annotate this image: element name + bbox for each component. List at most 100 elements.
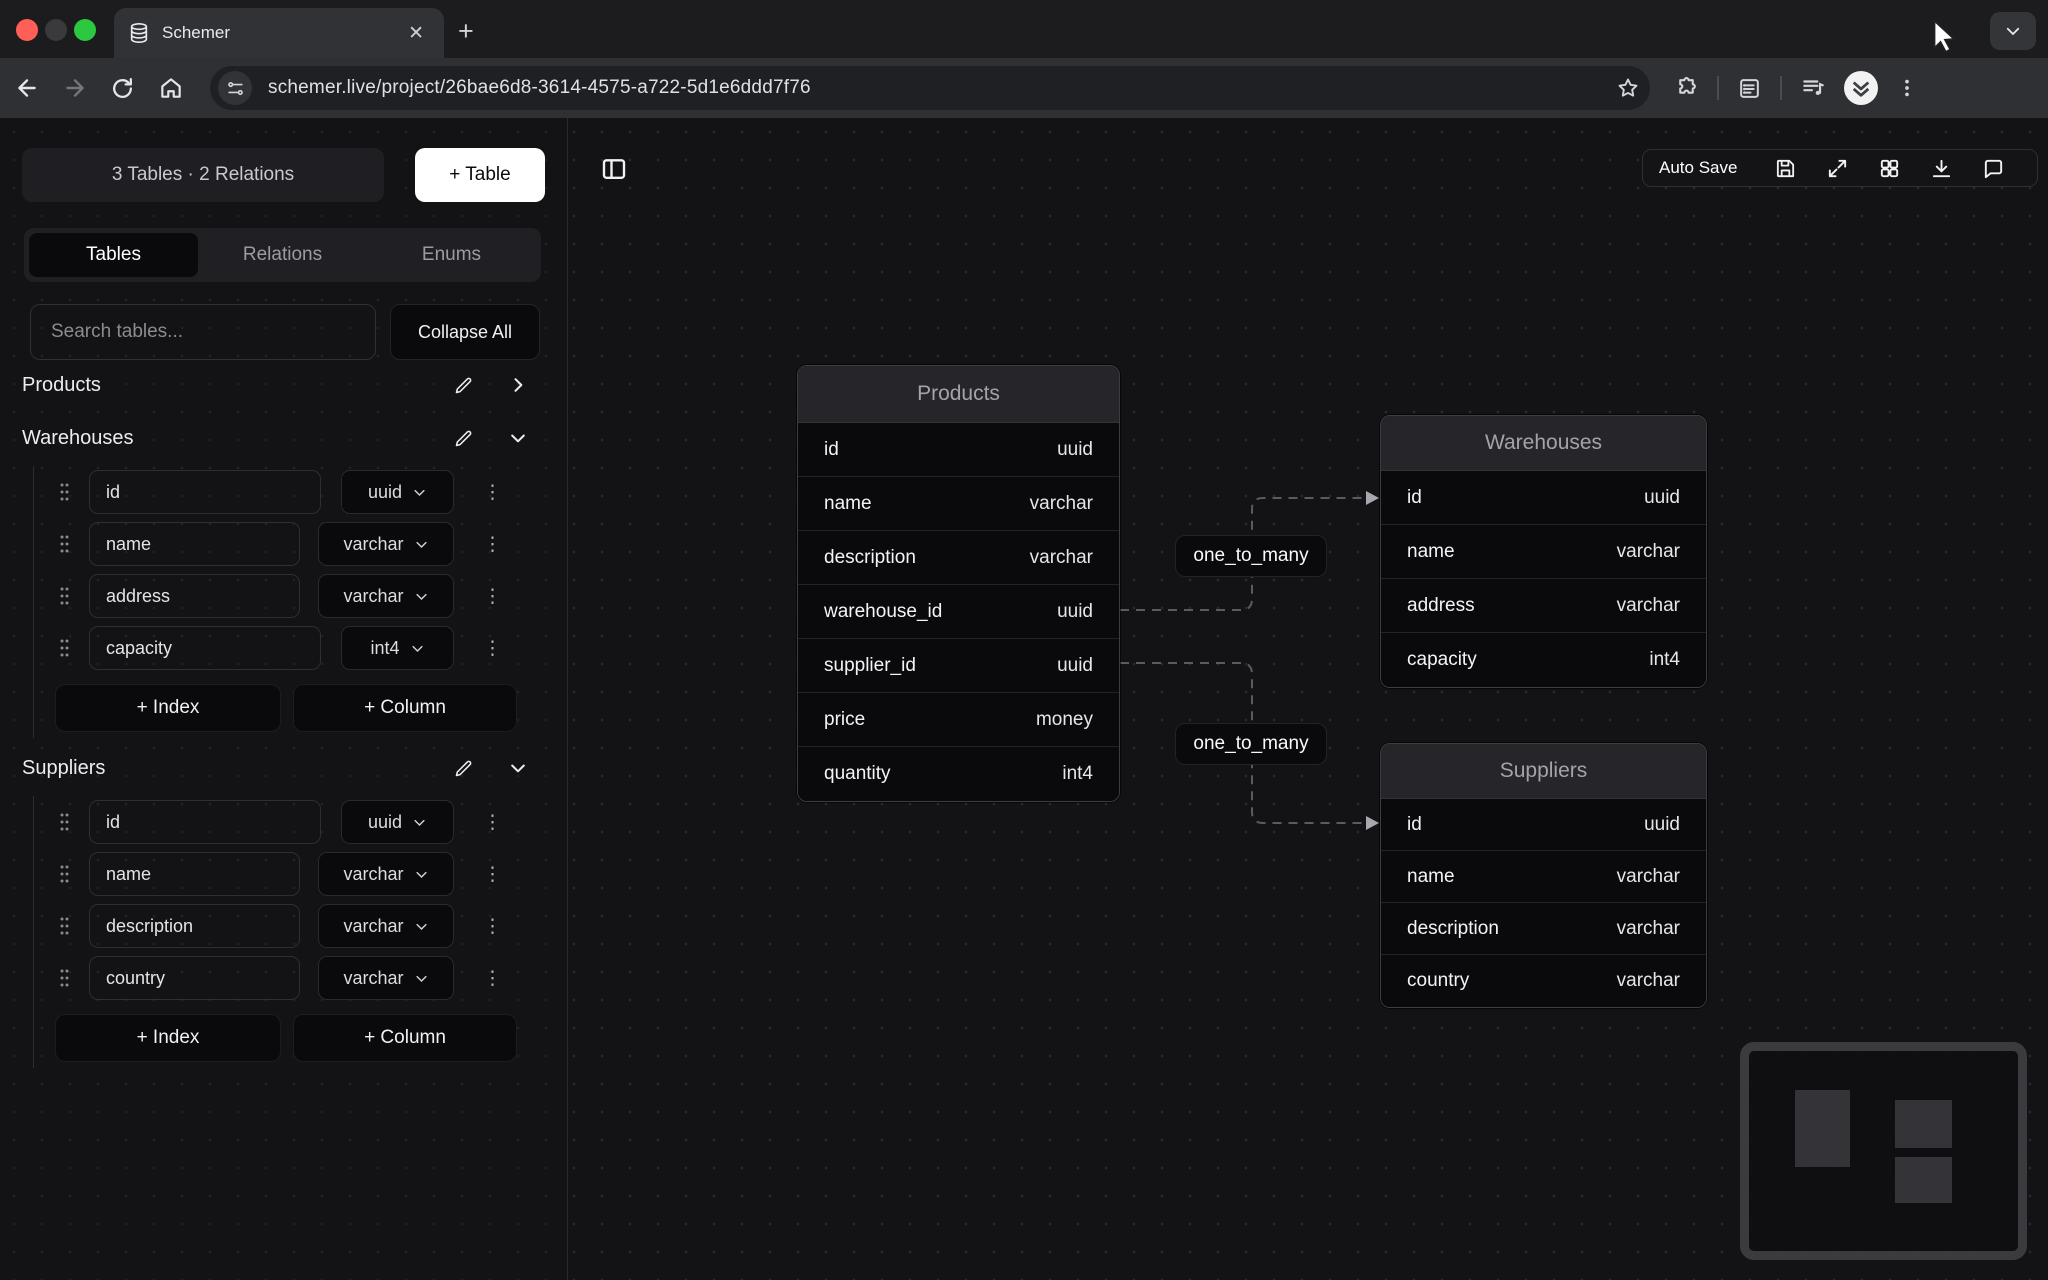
add-table-button[interactable]: + Table (415, 148, 545, 202)
column-menu-kebab[interactable]: ⋮ (483, 593, 499, 600)
window-close-button[interactable] (16, 19, 38, 41)
add-column-button[interactable]: + Column (293, 684, 517, 732)
favicon-database-icon (128, 22, 150, 44)
search-input[interactable] (30, 304, 376, 360)
column-name-input[interactable] (89, 470, 321, 514)
diagram-node-suppliers[interactable]: Suppliers iduuid namevarchar description… (1380, 743, 1707, 1008)
column-type-select[interactable]: uuid (341, 800, 454, 844)
node-column-row[interactable]: descriptionvarchar (1381, 903, 1706, 955)
minimap[interactable] (1740, 1042, 2027, 1260)
column-name-input[interactable] (89, 522, 300, 566)
reload-button[interactable] (110, 76, 144, 101)
column-row: varchar ⋮ (0, 522, 568, 566)
node-title[interactable]: Products (798, 366, 1119, 423)
column-type-select[interactable]: int4 (341, 626, 454, 670)
node-column-row[interactable]: capacityint4 (1381, 633, 1706, 687)
node-title[interactable]: Warehouses (1381, 416, 1706, 471)
column-menu-kebab[interactable]: ⋮ (483, 645, 499, 652)
bookmark-star-icon[interactable] (1616, 76, 1640, 100)
column-name-input[interactable] (89, 800, 321, 844)
add-index-button[interactable]: + Index (55, 1014, 281, 1062)
table-header-products[interactable]: Products (0, 365, 568, 405)
collapse-all-button[interactable]: Collapse All (390, 304, 540, 360)
column-type-select[interactable]: varchar (318, 522, 454, 566)
tab-search-button[interactable] (1990, 12, 2036, 50)
edit-pencil-icon[interactable] (453, 375, 474, 396)
node-column-row[interactable]: pricemoney (798, 693, 1119, 747)
tab-tables[interactable]: Tables (29, 233, 198, 277)
relation-label[interactable]: one_to_many (1175, 723, 1327, 765)
node-column-row[interactable]: iduuid (1381, 799, 1706, 851)
add-index-button[interactable]: + Index (55, 684, 281, 732)
site-settings-icon[interactable] (218, 71, 252, 105)
column-menu-kebab[interactable]: ⋮ (483, 541, 499, 548)
new-tab-button[interactable]: + (458, 14, 474, 48)
node-column-row[interactable]: namevarchar (1381, 525, 1706, 579)
minimap-node-products (1795, 1090, 1850, 1167)
column-type-select[interactable]: varchar (318, 904, 454, 948)
drag-handle-icon[interactable] (58, 864, 71, 884)
diagram-canvas[interactable]: Auto Save Products iduuid namevarchar de… (569, 118, 2048, 1280)
forward-button[interactable] (62, 75, 96, 101)
node-column-row[interactable]: countryvarchar (1381, 955, 1706, 1007)
diagram-node-products[interactable]: Products iduuid namevarchar descriptionv… (797, 365, 1120, 802)
node-column-row[interactable]: supplier_iduuid (798, 639, 1119, 693)
column-menu-kebab[interactable]: ⋮ (483, 975, 499, 982)
drag-handle-icon[interactable] (58, 638, 71, 658)
node-column-row[interactable]: namevarchar (798, 477, 1119, 531)
edit-pencil-icon[interactable] (453, 428, 474, 449)
window-minimize-button[interactable] (45, 19, 67, 41)
diagram-node-warehouses[interactable]: Warehouses iduuid namevarchar addressvar… (1380, 415, 1707, 688)
drag-handle-icon[interactable] (58, 812, 71, 832)
reading-list-icon[interactable] (1737, 76, 1762, 101)
drag-handle-icon[interactable] (58, 482, 71, 502)
column-type-select[interactable]: varchar (318, 574, 454, 618)
url-bar[interactable]: schemer.live/project/26bae6d8-3614-4575-… (210, 66, 1650, 110)
drag-handle-icon[interactable] (58, 534, 71, 554)
drag-handle-icon[interactable] (58, 968, 71, 988)
relation-label[interactable]: one_to_many (1175, 535, 1327, 577)
toolbar-right-icons (1674, 71, 1918, 105)
add-column-button[interactable]: + Column (293, 1014, 517, 1062)
column-type-select[interactable]: uuid (341, 470, 454, 514)
column-name-input[interactable] (89, 904, 300, 948)
url-text[interactable]: schemer.live/project/26bae6d8-3614-4575-… (268, 77, 1616, 99)
tab-enums[interactable]: Enums (367, 233, 536, 277)
column-type-select[interactable]: varchar (318, 852, 454, 896)
node-column-row[interactable]: iduuid (798, 423, 1119, 477)
column-menu-kebab[interactable]: ⋮ (483, 819, 499, 826)
column-type-select[interactable]: varchar (318, 956, 454, 1000)
table-header-warehouses[interactable]: Warehouses (0, 418, 568, 458)
chevron-right-icon[interactable] (508, 375, 528, 395)
tab-close-icon[interactable]: ✕ (402, 20, 430, 47)
extensions-icon[interactable] (1674, 76, 1699, 101)
drag-handle-icon[interactable] (58, 586, 71, 606)
browser-menu-kebab-icon[interactable] (1896, 77, 1918, 99)
node-column-row[interactable]: descriptionvarchar (798, 531, 1119, 585)
table-header-suppliers[interactable]: Suppliers (0, 748, 568, 788)
column-menu-kebab[interactable]: ⋮ (483, 923, 499, 930)
chevron-down-icon[interactable] (508, 758, 528, 778)
node-title[interactable]: Suppliers (1381, 744, 1706, 799)
column-name-input[interactable] (89, 956, 300, 1000)
browser-tab[interactable]: Schemer ✕ (114, 8, 444, 58)
column-menu-kebab[interactable]: ⋮ (483, 871, 499, 878)
drag-handle-icon[interactable] (58, 916, 71, 936)
window-zoom-button[interactable] (74, 19, 96, 41)
column-name-input[interactable] (89, 574, 300, 618)
home-button[interactable] (158, 75, 192, 101)
node-column-row[interactable]: addressvarchar (1381, 579, 1706, 633)
media-controls-icon[interactable] (1800, 75, 1826, 101)
column-menu-kebab[interactable]: ⋮ (483, 489, 499, 496)
node-column-row[interactable]: warehouse_iduuid (798, 585, 1119, 639)
node-column-row[interactable]: namevarchar (1381, 851, 1706, 903)
profile-avatar[interactable] (1844, 71, 1878, 105)
column-name-input[interactable] (89, 852, 300, 896)
chevron-down-icon[interactable] (508, 428, 528, 448)
edit-pencil-icon[interactable] (453, 758, 474, 779)
node-column-row[interactable]: quantityint4 (798, 747, 1119, 801)
back-button[interactable] (14, 75, 48, 101)
tab-relations[interactable]: Relations (198, 233, 367, 277)
column-name-input[interactable] (89, 626, 321, 670)
node-column-row[interactable]: iduuid (1381, 471, 1706, 525)
